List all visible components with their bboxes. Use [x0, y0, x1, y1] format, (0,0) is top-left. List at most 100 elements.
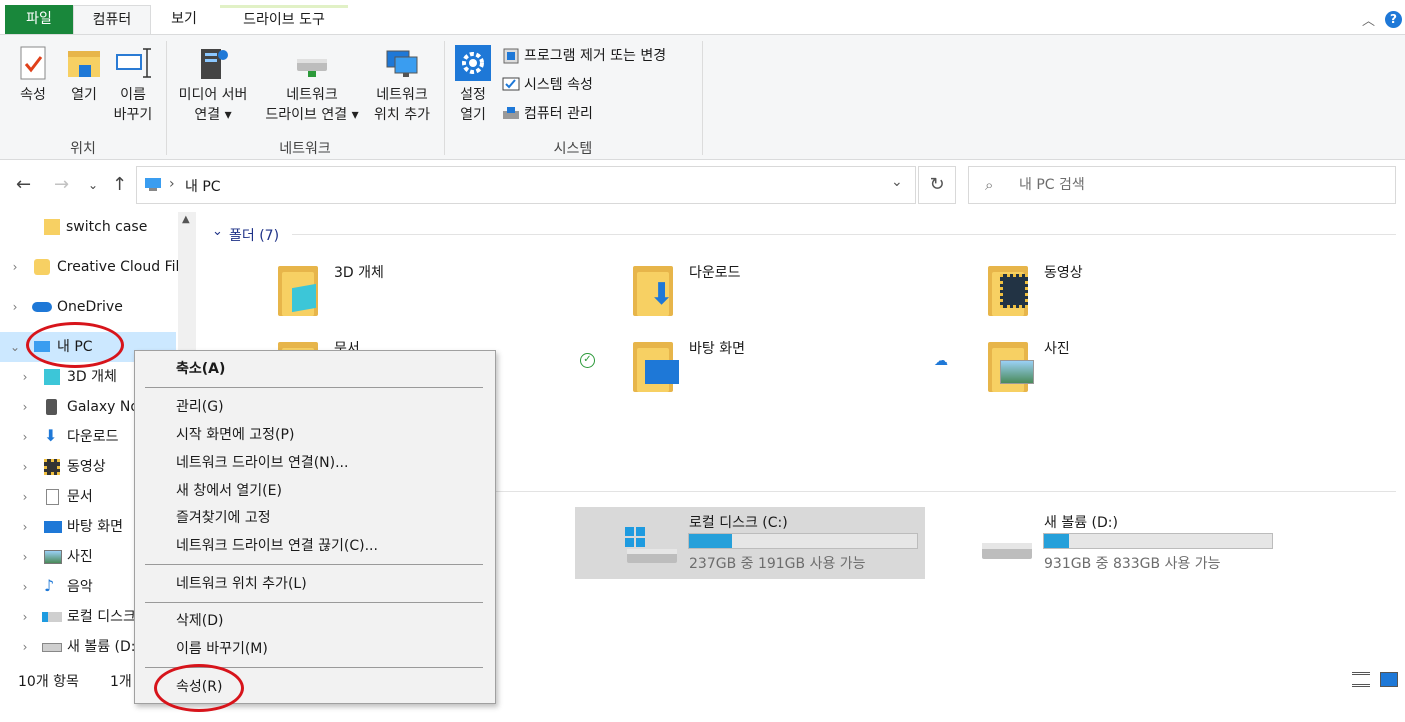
drive-volume-d[interactable]: 새 볼륨 (D:) 931GB 중 833GB 사용 가능	[930, 507, 1280, 579]
sidebar-item-creative-cloud[interactable]: › Creative Cloud Files	[0, 252, 178, 282]
properties-icon	[15, 45, 51, 81]
folder-downloads[interactable]: ⬇ 다운로드	[633, 264, 963, 334]
up-button[interactable]: ↑	[112, 174, 127, 195]
tab-file[interactable]: 파일	[5, 5, 73, 34]
expand-chevron-icon[interactable]: ›	[18, 422, 32, 452]
scroll-up-icon[interactable]: ▲	[182, 214, 190, 225]
sidebar-label: 음악	[67, 579, 93, 595]
media-server-button[interactable]: 미디어 서버 연결 ▾	[170, 45, 256, 125]
folder-3d-objects[interactable]: 3D 개체	[278, 264, 608, 334]
sidebar-item-onedrive[interactable]: › OneDrive	[0, 292, 178, 322]
expand-chevron-icon[interactable]: ›	[18, 602, 32, 632]
folder-name: 동영상	[1044, 265, 1083, 281]
expand-chevron-icon[interactable]: ›	[18, 392, 32, 422]
collapse-chevron-icon[interactable]: ⌄	[8, 332, 22, 362]
menu-separator	[145, 602, 483, 603]
refresh-button[interactable]: ↻	[918, 166, 956, 204]
tab-drive-tools[interactable]: 드라이브 도구	[220, 5, 348, 34]
map-drive-label-1: 네트워크	[286, 87, 338, 103]
menu-item-pin-to-start[interactable]: 시작 화면에 고정(P)	[176, 421, 294, 449]
add-location-label-2: 위치 추가	[374, 107, 430, 123]
folder-pictures[interactable]: 사진	[988, 340, 1318, 410]
expand-chevron-icon[interactable]: ›	[18, 452, 32, 482]
folder-videos[interactable]: 동영상	[988, 264, 1318, 334]
menu-item-disconnect-network-drive[interactable]: 네트워크 드라이브 연결 끊기(C)...	[176, 532, 378, 560]
computer-management-button[interactable]: 컴퓨터 관리	[502, 101, 593, 127]
expand-chevron-icon[interactable]: ›	[18, 512, 32, 542]
group-system-label: 시스템	[553, 141, 593, 157]
forward-button[interactable]: →	[54, 174, 69, 195]
rename-button[interactable]: 이름 바꾸기	[110, 45, 156, 125]
uninstall-icon	[503, 48, 519, 64]
add-network-location-button[interactable]: 네트워크 위치 추가	[368, 45, 436, 125]
sidebar-label: 동영상	[67, 459, 106, 475]
menu-item-rename[interactable]: 이름 바꾸기(M)	[176, 635, 268, 663]
section-divider	[292, 234, 1396, 235]
open-settings-button[interactable]: 설정 열기	[450, 45, 496, 125]
folder-name: 바탕 화면	[689, 341, 745, 357]
expand-chevron-icon[interactable]: ›	[18, 362, 32, 392]
menu-item-delete[interactable]: 삭제(D)	[176, 607, 223, 635]
sidebar-item-switch-case[interactable]: switch case	[0, 212, 178, 242]
minimize-ribbon-icon[interactable]: ︿	[1362, 10, 1375, 29]
annotation-circle-this-pc	[26, 322, 124, 368]
group-location-label: 위치	[70, 141, 96, 157]
drive-local-c[interactable]: 로컬 디스크 (C:) 237GB 중 191GB 사용 가능	[575, 507, 925, 579]
download-arrow-icon: ⬇	[44, 426, 58, 445]
open-button[interactable]: 열기	[62, 45, 106, 105]
map-drive-label-2: 드라이브 연결 ▾	[265, 107, 359, 123]
folder-desktop[interactable]: 바탕 화면	[633, 340, 963, 410]
creative-cloud-icon	[34, 259, 50, 275]
menu-item-manage[interactable]: 관리(G)	[176, 393, 224, 421]
search-placeholder: 내 PC 검색	[1019, 177, 1085, 193]
back-button[interactable]: ←	[16, 174, 31, 195]
address-bar[interactable]: › 내 PC ⌄	[136, 166, 916, 204]
recent-locations-button[interactable]: ⌄	[88, 178, 98, 192]
ribbon-tab-strip: 파일 컴퓨터 보기 드라이브 도구 ︿ ?	[0, 0, 1405, 35]
uninstall-program-button[interactable]: 프로그램 제거 또는 변경	[502, 43, 666, 69]
sidebar-label: 사진	[67, 549, 93, 565]
menu-item-map-network-drive[interactable]: 네트워크 드라이브 연결(N)...	[176, 449, 348, 477]
collapse-group-chevron-icon[interactable]: ⌄	[212, 224, 223, 239]
folder-icon	[44, 219, 60, 235]
tab-view[interactable]: 보기	[151, 5, 217, 34]
address-dropdown-icon[interactable]: ⌄	[891, 174, 903, 190]
computer-management-label: 컴퓨터 관리	[524, 106, 593, 122]
open-label: 열기	[71, 87, 97, 103]
sidebar-label: 다운로드	[67, 429, 119, 445]
help-icon[interactable]: ?	[1385, 11, 1402, 28]
folder-name: 다운로드	[689, 265, 741, 281]
expand-chevron-icon[interactable]: ›	[8, 252, 22, 282]
video-film-icon	[44, 459, 60, 475]
sidebar-label: 문서	[67, 489, 93, 505]
expand-chevron-icon[interactable]: ›	[8, 292, 22, 322]
expand-chevron-icon[interactable]: ›	[18, 632, 32, 662]
media-server-label-2: 연결 ▾	[194, 107, 232, 123]
media-server-label-1: 미디어 서버	[178, 87, 248, 103]
large-icons-view-icon[interactable]	[1380, 672, 1398, 687]
folders-section-header[interactable]: 폴더 (7)	[229, 225, 279, 245]
properties-button[interactable]: 속성	[12, 45, 54, 105]
system-properties-button[interactable]: 시스템 속성	[502, 72, 593, 98]
search-box[interactable]: ⌕ 내 PC 검색	[968, 166, 1396, 204]
drive-name: 새 볼륨 (D:)	[1044, 515, 1118, 531]
menu-item-open-new-window[interactable]: 새 창에서 열기(E)	[176, 477, 282, 505]
document-icon	[46, 489, 59, 505]
menu-item-pin-quick-access[interactable]: 즐겨찾기에 고정	[176, 504, 271, 532]
details-view-icon[interactable]	[1352, 672, 1370, 687]
expand-chevron-icon[interactable]: ›	[18, 482, 32, 512]
drive-free-space: 237GB 중 191GB 사용 가능	[689, 556, 866, 572]
tab-computer[interactable]: 컴퓨터	[73, 5, 151, 35]
phone-icon	[46, 399, 57, 415]
item-count: 10개 항목	[18, 674, 79, 690]
menu-item-add-network-location[interactable]: 네트워크 위치 추가(L)	[176, 570, 307, 598]
menu-item-collapse[interactable]: 축소(A)	[176, 355, 225, 383]
folder-name: 3D 개체	[334, 265, 384, 281]
expand-chevron-icon[interactable]: ›	[18, 542, 32, 572]
expand-chevron-icon[interactable]: ›	[18, 572, 32, 602]
add-location-label-1: 네트워크	[376, 87, 428, 103]
desktop-icon	[44, 521, 62, 533]
breadcrumb-current[interactable]: 내 PC	[185, 176, 221, 196]
map-network-drive-button[interactable]: 네트워크 드라이브 연결 ▾	[256, 45, 368, 125]
drive-name: 로컬 디스크 (C:)	[689, 515, 788, 531]
